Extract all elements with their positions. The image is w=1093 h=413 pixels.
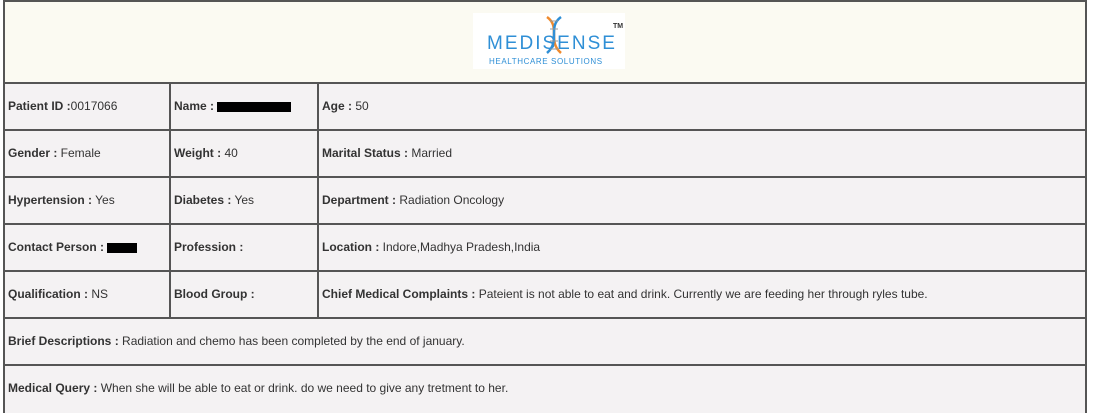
medisense-logo: MEDISENSE HEALTHCARE SOLUTIONS TM (473, 13, 625, 69)
contact-person-label: Contact Person : (8, 240, 105, 254)
brief-description-value: Radiation and chemo has been completed b… (118, 334, 465, 348)
diabetes-label: Diabetes : (174, 193, 232, 207)
name-label: Name : (174, 99, 215, 113)
brief-description-row: Brief Descriptions : Radiation and chemo… (3, 319, 1087, 366)
qualification-label: Qualification : (8, 287, 89, 301)
name-redaction (217, 101, 292, 112)
medical-query-label: Medical Query : (8, 381, 98, 395)
location-label: Location : (322, 240, 380, 254)
medical-query-cell: Medical Query : When she will be able to… (5, 366, 1085, 411)
marital-status-label: Marital Status : (322, 146, 409, 160)
blood-group-label: Blood Group : (174, 287, 255, 301)
logo-brand-text: MEDISENSE (487, 33, 617, 54)
hypertension-cell: Hypertension : Yes (5, 178, 171, 223)
department-label: Department : (322, 193, 397, 207)
medical-query-value: When she will be able to eat or drink. d… (97, 381, 509, 395)
patient-id-cell: Patient ID :0017066 (5, 84, 171, 129)
age-label: Age : (322, 99, 352, 113)
marital-status-value: Married (408, 146, 453, 160)
header-banner: MEDISENSE HEALTHCARE SOLUTIONS TM (3, 0, 1087, 84)
info-row-5: Qualification : NS Blood Group : Chief M… (3, 272, 1087, 319)
department-cell: Department : Radiation Oncology (319, 178, 1085, 223)
location-value: Indore,Madhya Pradesh,India (379, 240, 541, 254)
contact-person-redaction (107, 242, 138, 253)
chief-complaints-value: Pateient is not able to eat and drink. C… (475, 287, 928, 301)
info-row-4: Contact Person : Profession : Location :… (3, 225, 1087, 272)
diabetes-cell: Diabetes : Yes (171, 178, 319, 223)
profession-label: Profession : (174, 240, 244, 254)
qualification-cell: Qualification : NS (5, 272, 171, 317)
info-row-1: Patient ID :0017066 Name : Age : 50 (3, 84, 1087, 131)
hypertension-label: Hypertension : (8, 193, 93, 207)
name-cell: Name : (171, 84, 319, 129)
gender-cell: Gender : Female (5, 131, 171, 176)
logo-tagline: HEALTHCARE SOLUTIONS (489, 57, 603, 66)
patient-id-value: 0017066 (70, 99, 118, 113)
qualification-value: NS (88, 287, 109, 301)
gender-value: Female (57, 146, 101, 160)
profession-cell: Profession : (171, 225, 319, 270)
chief-complaints-label: Chief Medical Complaints : (322, 287, 476, 301)
age-cell: Age : 50 (319, 84, 1085, 129)
weight-cell: Weight : 40 (171, 131, 319, 176)
weight-value: 40 (221, 146, 238, 160)
gender-label: Gender : (8, 146, 58, 160)
brief-description-label: Brief Descriptions : (8, 334, 119, 348)
info-row-3: Hypertension : Yes Diabetes : Yes Depart… (3, 178, 1087, 225)
logo-trademark: TM (613, 23, 624, 30)
department-value: Radiation Oncology (396, 193, 505, 207)
diabetes-value: Yes (231, 193, 255, 207)
brief-description-cell: Brief Descriptions : Radiation and chemo… (5, 319, 1085, 364)
patient-id-label: Patient ID : (8, 99, 71, 113)
chief-complaints-cell: Chief Medical Complaints : Pateient is n… (319, 272, 1085, 317)
medical-query-row: Medical Query : When she will be able to… (3, 366, 1087, 413)
age-value: 50 (352, 99, 369, 113)
hypertension-value: Yes (92, 193, 115, 207)
location-cell: Location : Indore,Madhya Pradesh,India (319, 225, 1085, 270)
blood-group-cell: Blood Group : (171, 272, 319, 317)
info-row-2: Gender : Female Weight : 40 Marital Stat… (3, 131, 1087, 178)
contact-person-cell: Contact Person : (5, 225, 171, 270)
weight-label: Weight : (174, 146, 222, 160)
marital-status-cell: Marital Status : Married (319, 131, 1085, 176)
